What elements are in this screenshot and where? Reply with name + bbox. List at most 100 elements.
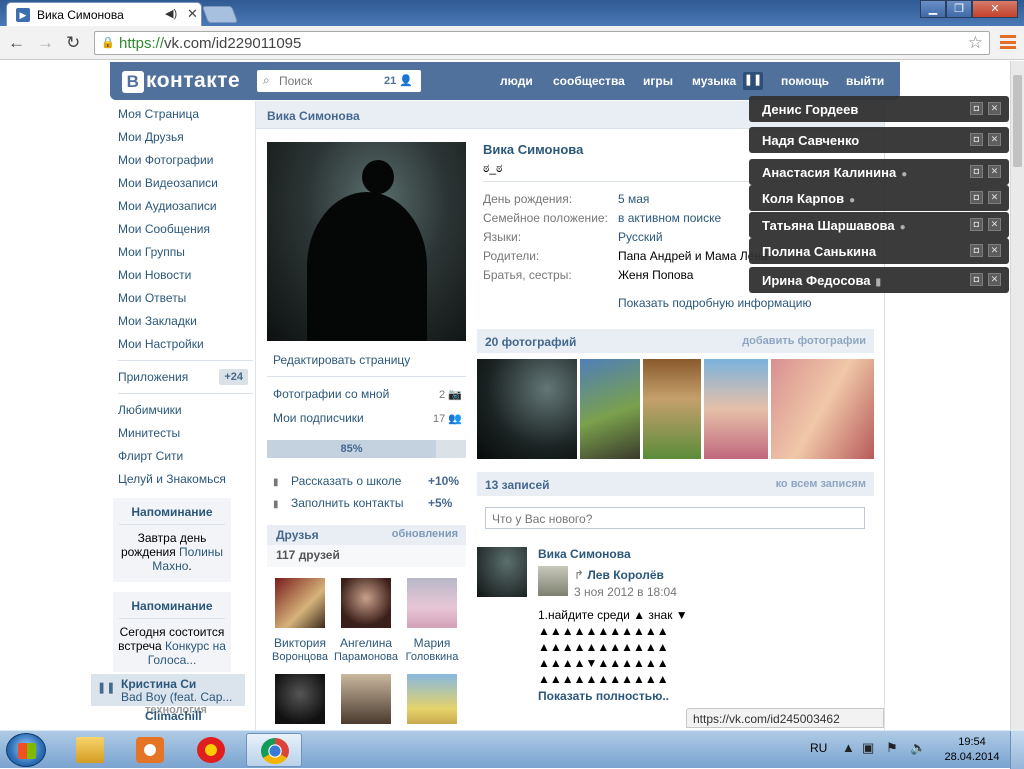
forward-arrow-icon[interactable]: →: [37, 33, 54, 53]
friends-title[interactable]: Друзья: [276, 528, 319, 542]
chat-minimize-icon[interactable]: ◘: [970, 191, 983, 204]
scrollbar-thumb[interactable]: [1013, 75, 1022, 167]
repost-author[interactable]: ↱ Лев Королёв: [574, 568, 664, 582]
show-desktop-button[interactable]: [1010, 731, 1024, 769]
friend-card[interactable]: Ангелина Парамонова: [334, 578, 398, 664]
chat-tab[interactable]: Коля Карпов ● ◘ ✕: [749, 185, 1009, 211]
new-tab-button[interactable]: [201, 6, 239, 23]
chat-minimize-icon[interactable]: ◘: [970, 165, 983, 178]
nav-music[interactable]: музыка: [692, 74, 736, 88]
start-button[interactable]: [6, 733, 46, 767]
sidebar-app-1[interactable]: Любимчики: [118, 399, 253, 422]
device-icon[interactable]: ▣: [862, 740, 874, 756]
input-language[interactable]: RU: [810, 741, 827, 755]
chat-minimize-icon[interactable]: ◘: [970, 218, 983, 231]
chat-tab[interactable]: Полина Санькина ◘ ✕: [749, 238, 1009, 264]
vk-logo[interactable]: Вконтакте: [122, 69, 240, 93]
show-more-info-link[interactable]: Показать подробную информацию: [618, 296, 812, 310]
sidebar-item-groups[interactable]: Мои Группы: [118, 241, 253, 264]
chat-close-icon[interactable]: ✕: [988, 218, 1001, 231]
friend-card[interactable]: Виктория Воронцова: [268, 578, 332, 664]
minimize-button[interactable]: ▁: [920, 0, 946, 18]
search-input[interactable]: ⌕ Поиск 21 👤: [257, 70, 421, 92]
wall-title[interactable]: 13 записей: [485, 478, 550, 492]
friend-card[interactable]: [334, 674, 398, 730]
chat-tab[interactable]: Надя Савченко ◘ ✕: [749, 127, 1009, 153]
sidebar-app-3[interactable]: Флирт Сити: [118, 445, 253, 468]
page-scrollbar[interactable]: [1010, 61, 1024, 730]
volume-icon[interactable]: 🔈: [910, 740, 926, 756]
chat-tab[interactable]: Татьяна Шаршавова ● ◘ ✕: [749, 212, 1009, 238]
bookmark-star-icon[interactable]: ☆: [968, 33, 983, 53]
music-pause-button[interactable]: ❚❚: [743, 72, 763, 90]
nav-games[interactable]: игры: [643, 74, 673, 88]
chat-close-icon[interactable]: ✕: [988, 191, 1001, 204]
post-author[interactable]: Вика Симонова: [538, 547, 631, 561]
clock[interactable]: 19:54 28.04.2014: [943, 735, 1001, 765]
show-full-link[interactable]: Показать полностью..: [538, 689, 669, 703]
post-author-avatar[interactable]: [477, 547, 527, 597]
sidebar-item-news[interactable]: Мои Новости: [118, 264, 253, 287]
sidebar-item-audio[interactable]: Мои Аудиозаписи: [118, 195, 253, 218]
nav-help[interactable]: помощь: [781, 74, 829, 88]
chat-tab[interactable]: Анастасия Калинина ● ◘ ✕: [749, 159, 1009, 185]
chat-tab[interactable]: Ирина Федосова ▮ ◘ ✕: [749, 267, 1009, 293]
chrome-menu-icon[interactable]: [1000, 35, 1016, 49]
back-arrow-icon[interactable]: ←: [8, 33, 25, 53]
repost-date[interactable]: 3 ноя 2012 в 18:04: [574, 585, 677, 599]
chat-minimize-icon[interactable]: ◘: [970, 273, 983, 286]
browser-tab[interactable]: ▶ Вика Симонова ◀) ✕: [6, 2, 202, 26]
repost-avatar[interactable]: [538, 566, 568, 596]
chat-minimize-icon[interactable]: ◘: [970, 244, 983, 257]
chat-minimize-icon[interactable]: ◘: [970, 133, 983, 146]
photo-thumb[interactable]: [643, 359, 701, 459]
friend-card[interactable]: Мария Головкина: [400, 578, 464, 664]
friends-count[interactable]: 117 друзей: [267, 545, 466, 567]
photo-thumb[interactable]: [704, 359, 768, 459]
subscribers-link[interactable]: Мои подписчики: [273, 411, 364, 425]
photo-thumb[interactable]: [477, 359, 577, 459]
photos-with-me-link[interactable]: Фотографии со мной: [273, 387, 389, 401]
address-bar[interactable]: 🔒 https://vk.com/id229011095 ☆: [94, 31, 990, 55]
friend-card[interactable]: [400, 674, 464, 730]
close-window-button[interactable]: ✕: [972, 0, 1018, 18]
sidebar-app-2[interactable]: Минитесты: [118, 422, 253, 445]
taskbar-explorer[interactable]: [62, 733, 118, 767]
tip-school[interactable]: ▮ Рассказать о школе +10%: [273, 474, 459, 488]
chat-tab[interactable]: Денис Гордеев ◘ ✕: [749, 96, 1009, 122]
address-url[interactable]: https://vk.com/id229011095: [119, 35, 301, 52]
sidebar-item-my-page[interactable]: Моя Страница: [118, 103, 253, 126]
close-tab-icon[interactable]: ✕: [187, 6, 198, 22]
sidebar-item-settings[interactable]: Мои Настройки: [118, 333, 253, 356]
taskbar-chrome[interactable]: [246, 733, 302, 767]
edit-page-link[interactable]: Редактировать страницу: [273, 353, 410, 367]
photo-thumb[interactable]: [580, 359, 640, 459]
chat-close-icon[interactable]: ✕: [988, 273, 1001, 286]
nav-logout[interactable]: выйти: [846, 74, 884, 88]
nav-communities[interactable]: сообщества: [553, 74, 625, 88]
show-hidden-icons-icon[interactable]: ▲: [842, 740, 855, 755]
sidebar-item-messages[interactable]: Мои Сообщения: [118, 218, 253, 241]
chat-close-icon[interactable]: ✕: [988, 133, 1001, 146]
sidebar-item-apps[interactable]: Приложения +24: [118, 366, 253, 389]
taskbar-media-player[interactable]: [122, 733, 178, 767]
all-posts-link[interactable]: ко всем записям: [776, 478, 866, 490]
action-center-flag-icon[interactable]: ⚑: [886, 740, 898, 756]
photo-thumb[interactable]: [771, 359, 874, 459]
audio-player-mini[interactable]: ❚❚ Кристина Си Bad Boy (feat. Cap...: [91, 674, 245, 706]
taskbar-yandex-browser[interactable]: [183, 733, 239, 767]
sidebar-item-bookmarks[interactable]: Мои Закладки: [118, 310, 253, 333]
reload-icon[interactable]: ↻: [66, 33, 80, 53]
photos-title[interactable]: 20 фотографий: [485, 335, 576, 349]
sidebar-ad-link[interactable]: Climachill: [145, 709, 202, 723]
tip-contacts[interactable]: ▮ Заполнить контакты +5%: [273, 496, 452, 510]
friend-card[interactable]: [268, 674, 332, 730]
sidebar-item-photos[interactable]: Мои Фотографии: [118, 149, 253, 172]
sidebar-item-friends[interactable]: Мои Друзья: [118, 126, 253, 149]
sidebar-item-answers[interactable]: Мои Ответы: [118, 287, 253, 310]
restore-button[interactable]: ❐: [946, 0, 972, 18]
profile-avatar[interactable]: [267, 142, 466, 341]
chat-close-icon[interactable]: ✕: [988, 102, 1001, 115]
sidebar-item-videos[interactable]: Мои Видеозаписи: [118, 172, 253, 195]
nav-people[interactable]: люди: [500, 74, 533, 88]
